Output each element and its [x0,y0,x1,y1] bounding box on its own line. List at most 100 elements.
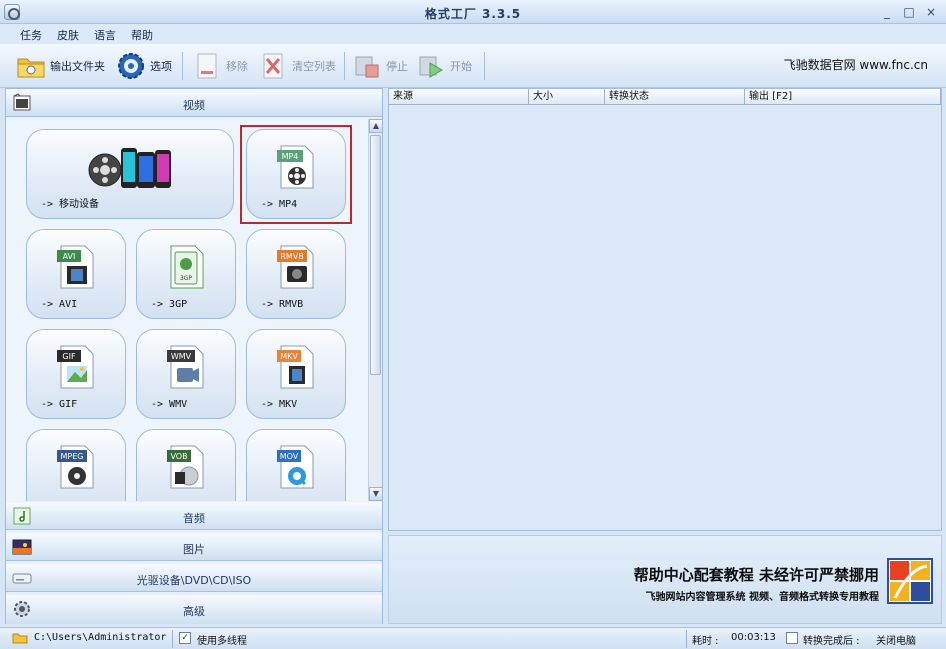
menu-bar: 任务 皮肤 语言 帮助 [0,24,946,44]
tile-label: -> 3GP [151,299,188,310]
tile-label: -> MKV [261,399,298,410]
clear-list-label: 清空列表 [292,60,336,73]
toolbar-separator [182,52,183,80]
task-list[interactable]: 来源 大小 转换状态 输出 [F2] [388,88,942,531]
category-image[interactable]: 图片 [6,533,382,561]
gear-icon [116,51,146,81]
folder-small-icon [12,632,28,647]
stop-icon [352,51,382,81]
vob-badge: VOB [170,452,187,461]
menu-skin[interactable]: 皮肤 [57,27,79,43]
brand-logo [887,558,933,604]
menu-language[interactable]: 语言 [94,27,116,43]
start-label: 开始 [450,60,472,73]
scroll-thumb[interactable] [370,135,381,375]
tile-mkv[interactable]: MKV -> MKV [246,329,346,419]
output-path[interactable]: C:\Users\Administrator [34,632,166,643]
after-complete-checkbox[interactable] [786,632,798,644]
avi-badge: AVI [63,252,76,261]
gif-file-icon: GIF [55,344,97,390]
tile-3gp[interactable]: 3GP -> 3GP [136,229,236,319]
brand-text[interactable]: 飞驰数据官网 www.fnc.cn [784,56,928,73]
stop-label: 停止 [386,60,408,73]
column-status[interactable]: 转换状态 [605,89,745,105]
category-panel: 视频 -> 移动设备 MP4 -> MP4 AVI -> AVI 3GP -> … [5,88,383,624]
toolbar-separator [344,52,345,80]
remove-icon [192,51,222,81]
category-video[interactable]: 视频 [6,89,382,117]
status-bar: C:\Users\Administrator ✓ 使用多线程 耗时 : 00:0… [0,627,946,649]
scroll-down-arrow[interactable]: ▼ [369,487,383,501]
rmvb-file-icon: RMVB [275,244,317,290]
column-source[interactable]: 来源 [389,89,529,105]
maximize-button[interactable]: □ [898,3,920,21]
status-separator [686,630,687,648]
minimize-button[interactable]: _ [876,3,898,21]
tile-mpeg[interactable]: MPEG [26,429,126,501]
category-disc-label: 光驱设备\DVD\CD\ISO [136,574,252,587]
selected-tile-highlight [240,125,352,224]
category-disc[interactable]: 光驱设备\DVD\CD\ISO [6,564,382,592]
folder-icon [16,51,46,81]
after-complete-label: 转换完成后 : [803,636,860,647]
category-image-label: 图片 [183,543,205,556]
tile-mov[interactable]: MOV [246,429,346,501]
tile-vob[interactable]: VOB [136,429,236,501]
output-folder-button[interactable]: 输出文件夹 [16,50,105,82]
tile-rmvb[interactable]: RMVB -> RMVB [246,229,346,319]
close-button[interactable]: × [920,3,942,21]
options-button[interactable]: 选项 [116,50,172,82]
3gp-badge: 3GP [180,275,192,282]
multithread-checkbox[interactable]: ✓ [179,632,191,644]
category-advanced[interactable]: 高级 [6,595,382,624]
wmv-badge: WMV [171,352,192,361]
elapsed-value: 00:03:13 [731,632,776,643]
toolbar-separator [484,52,485,80]
category-audio[interactable]: 音频 [6,502,382,530]
tile-label: -> RMVB [261,299,304,310]
stop-button[interactable]: 停止 [352,50,408,82]
ad-sub-text: 飞驰网站内容管理系统 视频、音频格式转换专用教程 [645,592,879,603]
after-complete-action[interactable]: 关闭电脑 [876,632,916,647]
avi-file-icon: AVI [55,244,97,290]
tile-label: -> WMV [151,399,188,410]
category-audio-label: 音频 [183,512,205,525]
rmvb-badge: RMVB [280,252,303,261]
ad-banner[interactable]: 帮助中心配套教程 未经许可严禁挪用 飞驰网站内容管理系统 视频、音频格式转换专用… [388,535,942,624]
window-title: 格式工厂 3.3.5 [424,7,522,21]
options-label: 选项 [150,60,172,73]
column-output[interactable]: 输出 [F2] [745,89,941,105]
column-size[interactable]: 大小 [529,89,605,105]
menu-help[interactable]: 帮助 [131,27,153,43]
remove-button[interactable]: 移除 [192,50,248,82]
tile-avi[interactable]: AVI -> AVI [26,229,126,319]
mov-badge: MOV [280,452,299,461]
tile-wmv[interactable]: WMV -> WMV [136,329,236,419]
tile-label: -> GIF [41,399,78,410]
tile-mobile-device[interactable]: -> 移动设备 [26,129,234,219]
status-separator [172,630,173,648]
play-icon [416,51,446,81]
multithread-label: 使用多线程 [197,636,247,647]
ad-main-text: 帮助中心配套教程 未经许可严禁挪用 [633,566,879,584]
clear-list-button[interactable]: 清空列表 [258,50,336,82]
3gp-file-icon: 3GP [165,244,207,290]
mov-file-icon: MOV [275,444,317,490]
menu-tasks[interactable]: 任务 [20,27,42,43]
mobile-devices-icon [87,144,179,195]
remove-label: 移除 [226,60,248,73]
wmv-file-icon: WMV [165,344,207,390]
category-video-label: 视频 [183,99,205,112]
format-scrollbar[interactable]: ▲ ▼ [368,119,383,501]
vob-file-icon: VOB [165,444,207,490]
start-button[interactable]: 开始 [416,50,472,82]
mpeg-file-icon: MPEG [55,444,97,490]
toolbar: 输出文件夹 选项 移除 清空列表 停止 开始 飞驰数据官网 www.fnc.cn [0,44,946,88]
scroll-up-arrow[interactable]: ▲ [369,119,383,133]
mpeg-badge: MPEG [61,452,84,461]
category-advanced-label: 高级 [183,605,205,618]
title-bar: 格式工厂 3.3.5 _ □ × [0,0,946,24]
tile-gif[interactable]: GIF -> GIF [26,329,126,419]
mkv-badge: MKV [280,352,298,361]
gif-badge: GIF [62,352,76,361]
